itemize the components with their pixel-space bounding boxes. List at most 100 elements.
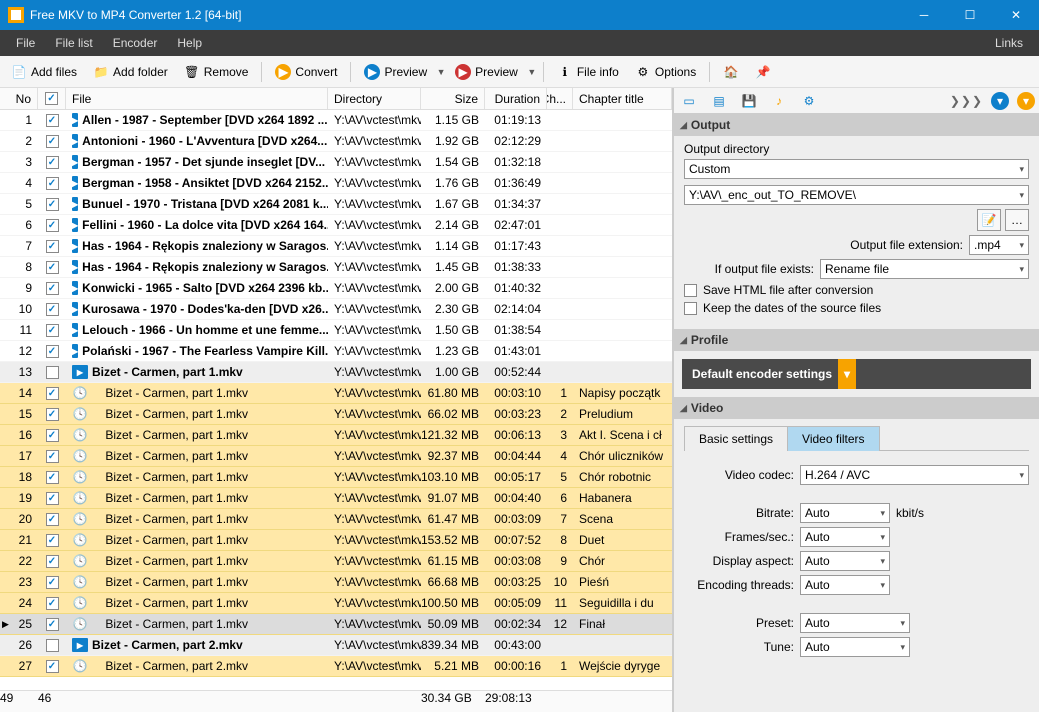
table-row[interactable]: 7✓▶Has - 1964 - Rękopis znaleziony w Sar… xyxy=(0,236,672,257)
tab-doc-icon[interactable]: ▤ xyxy=(708,90,730,112)
table-row[interactable]: ▶25✓🕓 Bizet - Carmen, part 1.mkvY:\AV\vc… xyxy=(0,614,672,635)
table-row[interactable]: 1✓▶Allen - 1987 - September [DVD x264 18… xyxy=(0,110,672,131)
row-checkbox[interactable] xyxy=(46,639,59,652)
col-size[interactable]: Size xyxy=(421,88,485,109)
profile-dropdown-icon[interactable]: ▾ xyxy=(838,359,856,389)
video-section-header[interactable]: ◢Video xyxy=(674,397,1039,419)
row-checkbox[interactable]: ✓ xyxy=(46,513,59,526)
col-check[interactable]: ✓ xyxy=(38,88,66,109)
table-row[interactable]: 26▶Bizet - Carmen, part 2.mkvY:\AV\vctes… xyxy=(0,635,672,656)
col-duration[interactable]: Duration xyxy=(485,88,547,109)
table-row[interactable]: 21✓🕓 Bizet - Carmen, part 1.mkvY:\AV\vct… xyxy=(0,530,672,551)
minimize-button[interactable]: ─ xyxy=(901,0,947,30)
tune-select[interactable]: Auto▾ xyxy=(800,637,910,657)
table-row[interactable]: 12✓▶Polański - 1967 - The Fearless Vampi… xyxy=(0,341,672,362)
col-chapter[interactable]: Chapter title xyxy=(573,88,672,109)
expand-icon[interactable]: ❯❯❯ xyxy=(950,94,983,108)
col-file[interactable]: File xyxy=(66,88,328,109)
add-files-button[interactable]: 📄Add files xyxy=(4,60,84,84)
tab-audio-icon[interactable]: ♪ xyxy=(768,90,790,112)
row-checkbox[interactable]: ✓ xyxy=(46,135,59,148)
table-row[interactable]: 3✓▶Bergman - 1957 - Det sjunde inseglet … xyxy=(0,152,672,173)
col-no[interactable]: No xyxy=(0,88,38,109)
tab-save-icon[interactable]: 💾 xyxy=(738,90,760,112)
row-checkbox[interactable]: ✓ xyxy=(46,156,59,169)
edit-path-button[interactable]: 📝 xyxy=(977,209,1001,231)
table-row[interactable]: 19✓🕓 Bizet - Carmen, part 1.mkvY:\AV\vct… xyxy=(0,488,672,509)
preset-select[interactable]: Auto▾ xyxy=(800,613,910,633)
row-checkbox[interactable]: ✓ xyxy=(46,597,59,610)
output-section-header[interactable]: ◢Output xyxy=(674,114,1039,136)
circle-down-icon[interactable]: ▾ xyxy=(991,92,1009,110)
table-row[interactable]: 14✓🕓 Bizet - Carmen, part 1.mkvY:\AV\vct… xyxy=(0,383,672,404)
output-dir-path-select[interactable]: Y:\AV\_enc_out_TO_REMOVE\▾ xyxy=(684,185,1029,205)
table-row[interactable]: 20✓🕓 Bizet - Carmen, part 1.mkvY:\AV\vct… xyxy=(0,509,672,530)
table-row[interactable]: 10✓▶Kurosawa - 1970 - Dodes'ka-den [DVD … xyxy=(0,299,672,320)
aspect-select[interactable]: Auto▾ xyxy=(800,551,890,571)
table-row[interactable]: 16✓🕓 Bizet - Carmen, part 1.mkvY:\AV\vct… xyxy=(0,425,672,446)
table-row[interactable]: 18✓🕓 Bizet - Carmen, part 1.mkvY:\AV\vct… xyxy=(0,467,672,488)
add-folder-button[interactable]: 📁Add folder xyxy=(86,60,175,84)
grid-body[interactable]: 1✓▶Allen - 1987 - September [DVD x264 18… xyxy=(0,110,672,690)
row-checkbox[interactable]: ✓ xyxy=(46,303,59,316)
codec-select[interactable]: H.264 / AVC▾ xyxy=(800,465,1029,485)
threads-select[interactable]: Auto▾ xyxy=(800,575,890,595)
preview2-button[interactable]: ▶Preview xyxy=(448,60,525,84)
fps-select[interactable]: Auto▾ xyxy=(800,527,890,547)
table-row[interactable]: 22✓🕓 Bizet - Carmen, part 1.mkvY:\AV\vct… xyxy=(0,551,672,572)
row-checkbox[interactable] xyxy=(46,366,59,379)
table-row[interactable]: 17✓🕓 Bizet - Carmen, part 1.mkvY:\AV\vct… xyxy=(0,446,672,467)
convert-button[interactable]: ▶Convert xyxy=(268,60,344,84)
save-html-checkbox[interactable] xyxy=(684,284,697,297)
row-checkbox[interactable]: ✓ xyxy=(46,618,59,631)
menu-help[interactable]: Help xyxy=(167,32,212,54)
row-checkbox[interactable]: ✓ xyxy=(46,261,59,274)
check-all[interactable]: ✓ xyxy=(45,92,58,105)
close-button[interactable]: ✕ xyxy=(993,0,1039,30)
row-checkbox[interactable]: ✓ xyxy=(46,450,59,463)
tab-settings-icon[interactable]: ⚙ xyxy=(798,90,820,112)
row-checkbox[interactable]: ✓ xyxy=(46,198,59,211)
preview2-dropdown[interactable]: ▼ xyxy=(527,67,537,77)
maximize-button[interactable]: ☐ xyxy=(947,0,993,30)
menu-links[interactable]: Links xyxy=(985,32,1033,54)
row-checkbox[interactable]: ✓ xyxy=(46,345,59,358)
bitrate-select[interactable]: Auto▾ xyxy=(800,503,890,523)
keep-dates-checkbox[interactable] xyxy=(684,302,697,315)
tab-basic-settings[interactable]: Basic settings xyxy=(684,426,788,451)
row-checkbox[interactable]: ✓ xyxy=(46,471,59,484)
pin-button[interactable]: 📌 xyxy=(748,60,778,84)
tab-output-icon[interactable]: ▭ xyxy=(678,90,700,112)
row-checkbox[interactable]: ✓ xyxy=(46,660,59,673)
row-checkbox[interactable]: ✓ xyxy=(46,555,59,568)
table-row[interactable]: 6✓▶Fellini - 1960 - La dolce vita [DVD x… xyxy=(0,215,672,236)
preview-button[interactable]: ▶Preview xyxy=(357,60,434,84)
browse-button[interactable]: … xyxy=(1005,209,1029,231)
table-row[interactable]: 15✓🕓 Bizet - Carmen, part 1.mkvY:\AV\vct… xyxy=(0,404,672,425)
row-checkbox[interactable]: ✓ xyxy=(46,387,59,400)
row-checkbox[interactable]: ✓ xyxy=(46,177,59,190)
row-checkbox[interactable]: ✓ xyxy=(46,219,59,232)
table-row[interactable]: 24✓🕓 Bizet - Carmen, part 1.mkvY:\AV\vct… xyxy=(0,593,672,614)
profile-section-header[interactable]: ◢Profile xyxy=(674,329,1039,351)
home-button[interactable]: 🏠 xyxy=(716,60,746,84)
menu-encoder[interactable]: Encoder xyxy=(103,32,168,54)
row-checkbox[interactable]: ✓ xyxy=(46,429,59,442)
remove-button[interactable]: 🗑Remove xyxy=(177,60,256,84)
row-checkbox[interactable]: ✓ xyxy=(46,240,59,253)
menu-file[interactable]: File xyxy=(6,32,45,54)
table-row[interactable]: 4✓▶Bergman - 1958 - Ansiktet [DVD x264 2… xyxy=(0,173,672,194)
profile-select[interactable]: Default encoder settings ▾ xyxy=(682,359,1031,389)
row-checkbox[interactable]: ✓ xyxy=(46,114,59,127)
row-checkbox[interactable]: ✓ xyxy=(46,408,59,421)
table-row[interactable]: 27✓🕓 Bizet - Carmen, part 2.mkvY:\AV\vct… xyxy=(0,656,672,677)
titlebar[interactable]: Free MKV to MP4 Converter 1.2 [64-bit] ─… xyxy=(0,0,1039,30)
row-checkbox[interactable]: ✓ xyxy=(46,492,59,505)
tab-video-filters[interactable]: Video filters xyxy=(787,426,879,451)
table-row[interactable]: 13▶Bizet - Carmen, part 1.mkvY:\AV\vctes… xyxy=(0,362,672,383)
preview-dropdown[interactable]: ▼ xyxy=(436,67,446,77)
table-row[interactable]: 11✓▶Lelouch - 1966 - Un homme et une fem… xyxy=(0,320,672,341)
circle-down2-icon[interactable]: ▾ xyxy=(1017,92,1035,110)
row-checkbox[interactable]: ✓ xyxy=(46,324,59,337)
col-directory[interactable]: Directory xyxy=(328,88,421,109)
